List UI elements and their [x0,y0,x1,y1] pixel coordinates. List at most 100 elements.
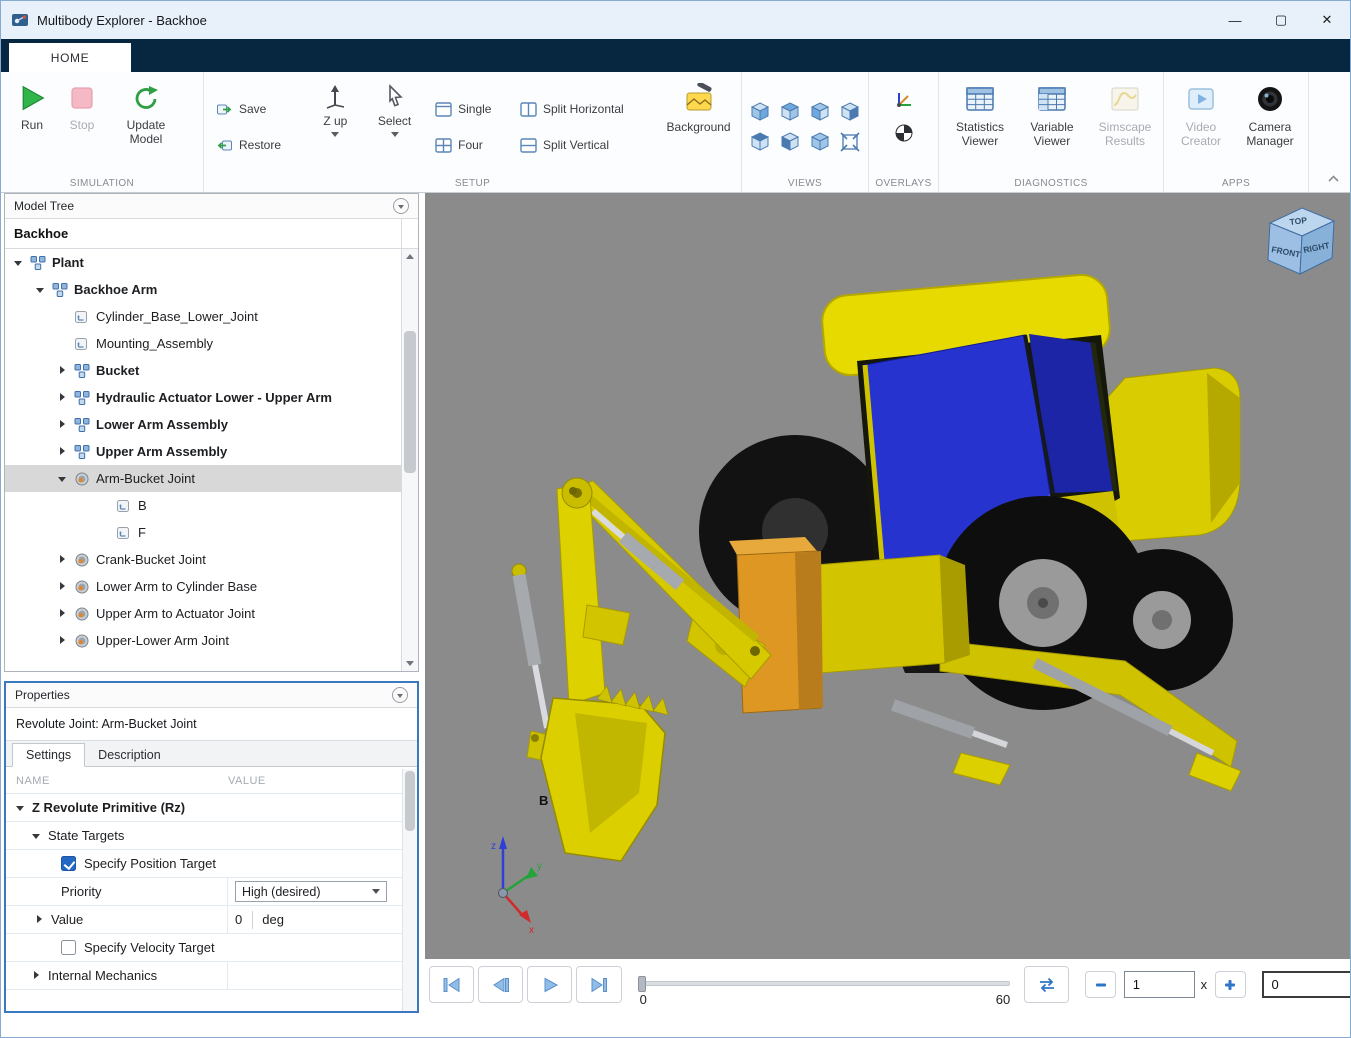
slider-thumb[interactable] [638,976,646,992]
expand-arrow-icon[interactable] [56,607,70,621]
slider-track[interactable] [638,981,1011,986]
panel-menu-icon[interactable] [392,687,408,703]
simscape-results-button[interactable]: Simscape Results [1087,79,1163,149]
current-time-input[interactable]: 0 [1262,971,1351,998]
scrollbar-thumb[interactable] [404,331,416,473]
viewport-3d[interactable]: B TOP FRONT RIGHT z y x [425,193,1351,959]
cube-top-label[interactable]: TOP [1289,215,1308,227]
priority-dropdown[interactable]: High (desired) [235,881,387,902]
z-up-button[interactable]: Z up [307,79,364,137]
tree-item-upper-arm-to-actuator-joint[interactable]: Upper Arm to Actuator Joint [5,600,401,627]
collapse-arrow-icon[interactable] [15,802,27,814]
variable-viewer-button[interactable]: Variable Viewer [1017,79,1087,149]
row-z-revolute-primitive[interactable]: Z Revolute Primitive (Rz) [6,794,402,822]
properties-scrollbar[interactable] [402,769,417,1011]
expand-arrow-icon[interactable] [56,445,70,459]
play-button[interactable] [527,966,572,1003]
scroll-up-icon[interactable] [402,249,418,264]
statistics-viewer-button[interactable]: Statistics Viewer [943,79,1017,149]
tree-item-mounting-assembly[interactable]: Mounting_Assembly [5,330,401,357]
tab-description[interactable]: Description [85,744,174,766]
tree-item-lower-arm-assembly[interactable]: Lower Arm Assembly [5,411,401,438]
view-cube-button[interactable] [747,129,774,156]
tree-item-frame-b[interactable]: B [5,492,401,519]
view-cube-button[interactable] [807,129,834,156]
speed-decrease-button[interactable] [1085,971,1115,998]
expand-arrow-icon[interactable] [31,970,43,982]
view-cube-button[interactable] [777,129,804,156]
expand-arrow-icon[interactable] [56,634,70,648]
view-cube-button[interactable] [807,99,834,126]
expand-arrow-icon[interactable] [56,418,70,432]
expand-arrow-icon[interactable] [56,364,70,378]
step-forward-button[interactable] [576,966,621,1003]
save-button[interactable]: Save [212,97,307,121]
scroll-down-icon[interactable] [402,656,418,671]
tree-item-upper-lower-arm-joint[interactable]: Upper-Lower Arm Joint [5,627,401,654]
collapse-arrow-icon[interactable] [12,256,26,270]
speed-increase-button[interactable] [1215,971,1245,998]
tab-home[interactable]: HOME [9,43,131,72]
maximize-button[interactable]: ▢ [1258,1,1304,39]
panel-menu-icon[interactable] [393,198,409,214]
tree-item-arm-bucket-joint[interactable]: Arm-Bucket Joint [5,465,401,492]
update-model-button[interactable]: Update Model [107,79,185,147]
fit-view-button[interactable] [837,129,864,156]
close-button[interactable]: ✕ [1304,1,1350,39]
specify-velocity-checkbox[interactable] [61,940,76,955]
background-button[interactable]: Background [656,79,741,134]
expand-arrow-icon[interactable] [34,914,46,926]
expand-arrow-icon[interactable] [56,391,70,405]
value-number[interactable]: 0 [235,912,242,927]
scrollbar-thumb[interactable] [405,771,415,831]
split-horizontal-button[interactable]: Split Horizontal [516,97,652,121]
four-view-button[interactable]: Four [431,133,516,157]
tree-item-plant[interactable]: Plant [5,249,401,276]
step-back-button[interactable] [478,966,523,1003]
skip-to-start-button[interactable] [429,966,474,1003]
row-internal-mechanics[interactable]: Internal Mechanics [6,962,402,990]
view-cube-button[interactable] [747,99,774,126]
expand-arrow-icon[interactable] [56,580,70,594]
row-state-targets[interactable]: State Targets [6,822,402,850]
collapse-ribbon-button[interactable] [1327,170,1340,188]
collapse-arrow-icon[interactable] [31,830,43,842]
view-cube-button[interactable] [837,99,864,126]
single-view-button[interactable]: Single [431,97,516,121]
speed-input[interactable]: 1 [1124,971,1195,998]
view-cube[interactable]: TOP FRONT RIGHT [1268,208,1334,274]
collapse-arrow-icon[interactable] [56,472,70,486]
video-creator-button[interactable]: Video Creator [1168,79,1234,149]
select-button[interactable]: Select [364,79,425,137]
loop-button[interactable] [1024,966,1069,1003]
restore-button[interactable]: Restore [212,133,307,157]
frame-overlay-button[interactable] [890,84,917,111]
tree-scrollbar[interactable] [401,219,418,671]
tree-item-crank-bucket-joint[interactable]: Crank-Bucket Joint [5,546,401,573]
tree-root[interactable]: Backhoe [5,219,401,249]
specify-position-checkbox[interactable] [61,856,76,871]
run-button[interactable]: Run [7,79,57,132]
value-unit[interactable]: deg [262,912,284,927]
com-overlay-button[interactable] [890,119,917,146]
camera-manager-button[interactable]: Camera Manager [1234,79,1306,149]
minimize-button[interactable]: — [1212,1,1258,39]
tree-item-hydraulic-actuator[interactable]: Hydraulic Actuator Lower - Upper Arm [5,384,401,411]
properties-tabs: Settings Description [6,741,417,767]
split-vertical-button[interactable]: Split Vertical [516,133,652,157]
tree-item-upper-arm-assembly[interactable]: Upper Arm Assembly [5,438,401,465]
tree-item-frame-f[interactable]: F [5,519,401,546]
tree-item-bucket[interactable]: Bucket [5,357,401,384]
stop-button[interactable]: Stop [57,79,107,132]
time-slider[interactable]: 0 60 [638,966,1011,1012]
row-value: Value 0 deg [6,906,402,934]
value-divider [252,911,253,929]
tree-item-lower-arm-to-cylinder-base[interactable]: Lower Arm to Cylinder Base [5,573,401,600]
tree-item-cylinder-base-lower-joint[interactable]: Cylinder_Base_Lower_Joint [5,303,401,330]
view-cube-button[interactable] [777,99,804,126]
tree-item-backhoe-arm[interactable]: Backhoe Arm [5,276,401,303]
view-cube-icon [779,101,801,123]
tab-settings[interactable]: Settings [12,743,85,767]
expand-arrow-icon[interactable] [56,553,70,567]
collapse-arrow-icon[interactable] [34,283,48,297]
